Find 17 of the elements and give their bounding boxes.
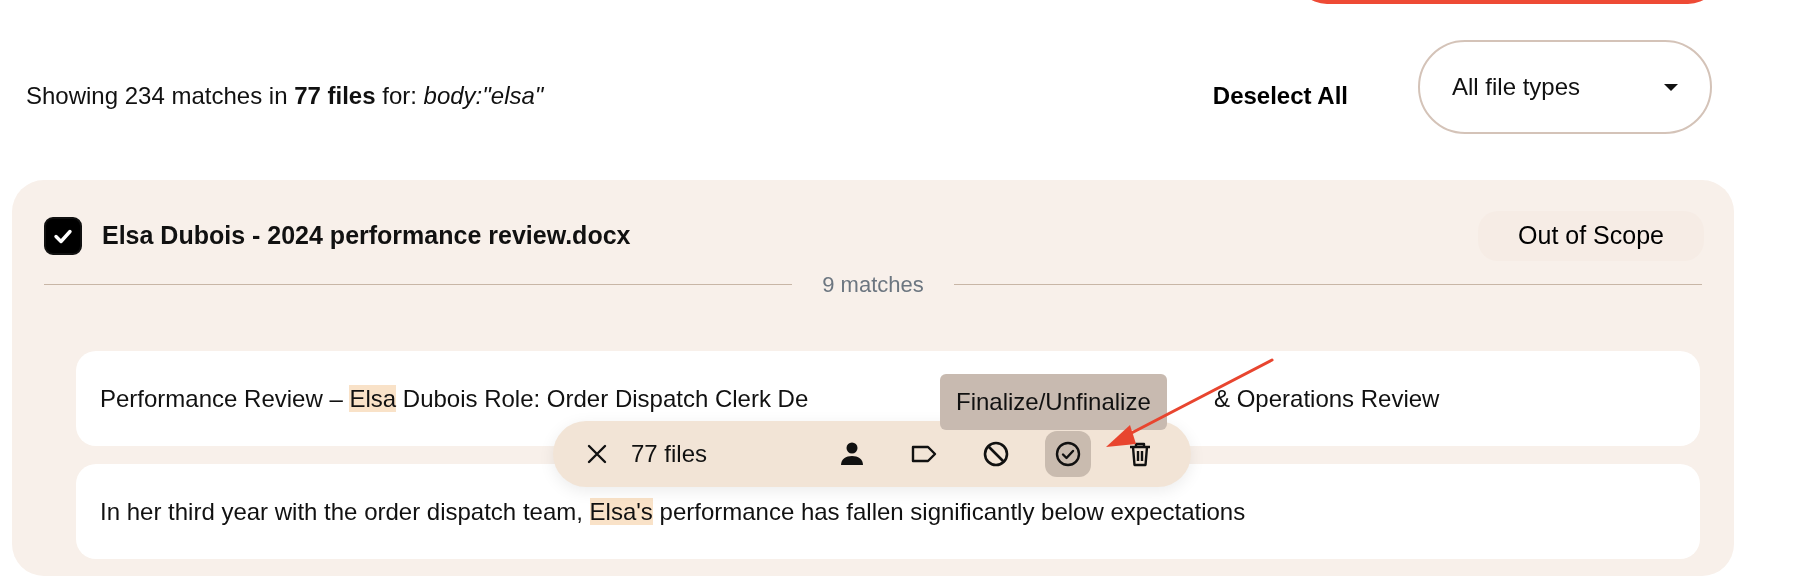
status-button[interactable]: Out of Scope bbox=[1478, 211, 1704, 261]
tooltip: Finalize/Unfinalize bbox=[940, 374, 1167, 430]
file-type-dropdown[interactable]: All file types bbox=[1418, 40, 1712, 134]
person-icon bbox=[838, 440, 866, 468]
check-circle-icon bbox=[1054, 440, 1082, 468]
checkbox[interactable] bbox=[44, 217, 82, 255]
snippet-text: In her third year with the order dispatch team, Elsa's performance has fallen significantly below expectations bbox=[100, 496, 1246, 527]
file-title: Elsa Dubois - 2024 performance review.docx bbox=[102, 220, 631, 252]
check-circle-button[interactable] bbox=[1045, 431, 1091, 477]
deselect-all-button[interactable]: Deselect All bbox=[1202, 68, 1358, 124]
ban-icon bbox=[982, 440, 1010, 468]
selected-count: 77 files bbox=[631, 439, 708, 469]
match-count: 9 matches bbox=[822, 271, 924, 299]
caret-icon bbox=[1664, 83, 1678, 91]
snippet-text: & Operations Review bbox=[1214, 383, 1441, 414]
results-summary: Showing 234 matches in 77 files for: body:"elsa" bbox=[26, 81, 544, 111]
close-icon bbox=[585, 442, 609, 466]
